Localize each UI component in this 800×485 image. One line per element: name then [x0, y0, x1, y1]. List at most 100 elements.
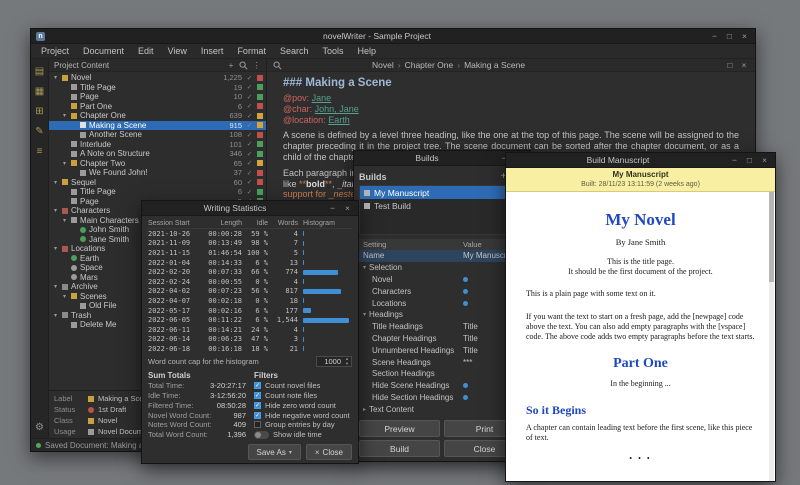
writing-stats-icon[interactable]: ≡ [37, 146, 43, 157]
breadcrumb-scene[interactable]: Making a Scene [464, 60, 525, 70]
tree-item-page[interactable]: Page10✓ [49, 92, 266, 102]
build-item-my-manuscript[interactable]: My Manuscript [360, 186, 524, 199]
tree-item-title-page[interactable]: Title Page6✓ [49, 187, 266, 197]
manuscript-preview[interactable]: My Novel By Jane Smith This is the title… [506, 192, 775, 481]
word-cap-spinner[interactable]: 1000 ▴▾ [316, 356, 352, 367]
tree-item-sequel[interactable]: ▾Sequel60✓ [49, 178, 266, 188]
builds-titlebar[interactable]: Builds − × [354, 151, 530, 166]
build-button[interactable]: Build [359, 440, 440, 457]
setting-hide-section-headings[interactable]: Hide Section Headings [359, 392, 525, 404]
tree-item-another-scene[interactable]: Another Scene108✓ [49, 130, 266, 140]
stats-row[interactable]: 2022-06-0500:11:226 %1,544 [148, 315, 352, 325]
editor-search-icon[interactable] [273, 61, 282, 70]
stats-row[interactable]: 2021-11-1501:46:54100 %5 [148, 248, 352, 258]
setting-characters[interactable]: Characters [359, 285, 525, 297]
stats-row[interactable]: 2022-06-1100:14:2124 %4 [148, 325, 352, 335]
project-tree-icon[interactable]: ▤ [35, 66, 44, 77]
stats-row[interactable]: 2022-05-1700:02:166 %177 [148, 306, 352, 316]
setting-unnumbered-headings[interactable]: Unnumbered HeadingsTitle [359, 344, 525, 356]
stats-row[interactable]: 2022-04-0700:02:180 %18 [148, 296, 352, 306]
close-editor-icon[interactable]: × [739, 60, 749, 70]
preview-button[interactable]: Preview [359, 420, 440, 437]
minimize-icon[interactable]: − [327, 202, 338, 215]
meta-value[interactable]: Earth [328, 115, 350, 125]
close-icon[interactable]: × [342, 202, 353, 215]
menu-edit[interactable]: Edit [131, 44, 161, 59]
build-item-test-build[interactable]: Test Build [360, 199, 524, 212]
build-manuscript-icon[interactable]: ✎ [35, 126, 43, 137]
setting-scene-headings[interactable]: Scene Headings*** [359, 356, 525, 368]
spinner-arrows-icon[interactable]: ▴▾ [343, 357, 351, 367]
tree-item-a-note-on-structure[interactable]: A Note on Structure346✓ [49, 149, 266, 159]
setting-headings[interactable]: ▾Headings [359, 309, 525, 321]
novel-view-icon[interactable]: ▦ [35, 86, 44, 97]
minimize-icon[interactable]: − [709, 30, 720, 43]
checkbox[interactable]: ✓ [254, 392, 261, 399]
filter-count-novel-files[interactable]: ✓Count novel files [254, 381, 352, 391]
setting-selection[interactable]: ▾Selection [359, 262, 525, 274]
breadcrumb-chapter[interactable]: Chapter One [405, 60, 454, 70]
tree-item-chapter-two[interactable]: ▾Chapter Two65✓ [49, 159, 266, 169]
menu-insert[interactable]: Insert [194, 44, 231, 59]
minimize-icon[interactable]: − [729, 154, 740, 167]
close-icon[interactable]: × [739, 30, 750, 43]
settings-icon[interactable]: ⚙ [35, 422, 44, 433]
setting-novel[interactable]: Novel [359, 274, 525, 286]
stats-row[interactable]: 2022-01-0400:14:336 %13 [148, 258, 352, 268]
idle-time-toggle[interactable] [254, 431, 269, 439]
breadcrumb-novel[interactable]: Novel [372, 60, 394, 70]
tree-item-chapter-one[interactable]: ▾Chapter One639✓ [49, 111, 266, 121]
scrollbar-thumb[interactable] [769, 192, 774, 282]
save-as-button[interactable]: Save As ▾ [248, 444, 301, 460]
checkbox[interactable]: ✓ [254, 402, 261, 409]
scrollbar[interactable] [769, 192, 774, 481]
main-titlebar[interactable]: n novelWriter - Sample Project − □ × [31, 29, 755, 44]
tree-item-novel[interactable]: ▾Novel1,225✓ [49, 73, 266, 83]
checkbox[interactable]: ✓ [254, 382, 261, 389]
setting-chapter-headings[interactable]: Chapter HeadingsTitle [359, 333, 525, 345]
more-options-icon[interactable]: ⋮ [253, 59, 262, 71]
filter-show-idle-time[interactable]: Show idle time [254, 430, 352, 440]
setting-title-headings[interactable]: Title HeadingsTitle [359, 321, 525, 333]
meta-value[interactable]: Jane [312, 93, 332, 103]
checkbox[interactable]: ✓ [254, 412, 261, 419]
tree-item-title-page[interactable]: Title Page19✓ [49, 83, 266, 93]
stats-row[interactable]: 2021-11-0900:13:4998 %7 [148, 239, 352, 249]
tree-item-we-found-john[interactable]: We Found John!37✓ [49, 168, 266, 178]
stats-row[interactable]: 2022-02-2000:07:3366 %774 [148, 267, 352, 277]
manuscript-titlebar[interactable]: Build Manuscript − □ × [506, 153, 775, 168]
meta-value[interactable]: John, Jane [315, 104, 359, 114]
setting-section-headings[interactable]: Section Headings [359, 368, 525, 380]
filter-hide-zero-word-count[interactable]: ✓Hide zero word count [254, 400, 352, 410]
outline-icon[interactable]: ⊞ [35, 106, 43, 117]
filter-group-entries-by-day[interactable]: Group entries by day [254, 420, 352, 430]
menu-tools[interactable]: Tools [315, 44, 350, 59]
menu-format[interactable]: Format [230, 44, 273, 59]
tree-item-making-a-scene[interactable]: Making a Scene915✓ [49, 121, 266, 131]
menu-help[interactable]: Help [351, 44, 384, 59]
maximize-icon[interactable]: □ [724, 30, 735, 43]
filter-hide-negative-word-count[interactable]: ✓Hide negative word count [254, 410, 352, 420]
add-item-icon[interactable]: + [229, 59, 234, 71]
checkbox[interactable] [254, 421, 261, 428]
setting-name[interactable]: NameMy Manuscript [359, 250, 525, 262]
search-icon[interactable] [239, 61, 248, 70]
setting-locations[interactable]: Locations [359, 297, 525, 309]
expand-editor-icon[interactable]: □ [725, 60, 735, 70]
menu-document[interactable]: Document [76, 44, 131, 59]
stats-row[interactable]: 2022-04-0200:07:2356 %817 [148, 287, 352, 297]
close-button[interactable]: × Close [306, 444, 352, 460]
stats-row[interactable]: 2022-02-2400:00:550 %4 [148, 277, 352, 287]
stats-row[interactable]: 2021-10-2600:00:2859 %4 [148, 229, 352, 239]
maximize-icon[interactable]: □ [744, 154, 755, 167]
stats-titlebar[interactable]: Writing Statistics − × [142, 201, 358, 216]
setting-hide-scene-headings[interactable]: Hide Scene Headings [359, 380, 525, 392]
tree-item-interlude[interactable]: Interlude101✓ [49, 140, 266, 150]
menu-project[interactable]: Project [34, 44, 76, 59]
setting-text-content[interactable]: ▸Text Content [359, 403, 525, 415]
stats-row[interactable]: 2022-06-1400:06:2347 %3 [148, 335, 352, 345]
close-icon[interactable]: × [759, 154, 770, 167]
menu-search[interactable]: Search [273, 44, 316, 59]
filter-count-note-files[interactable]: ✓Count note files [254, 391, 352, 401]
menu-view[interactable]: View [161, 44, 194, 59]
